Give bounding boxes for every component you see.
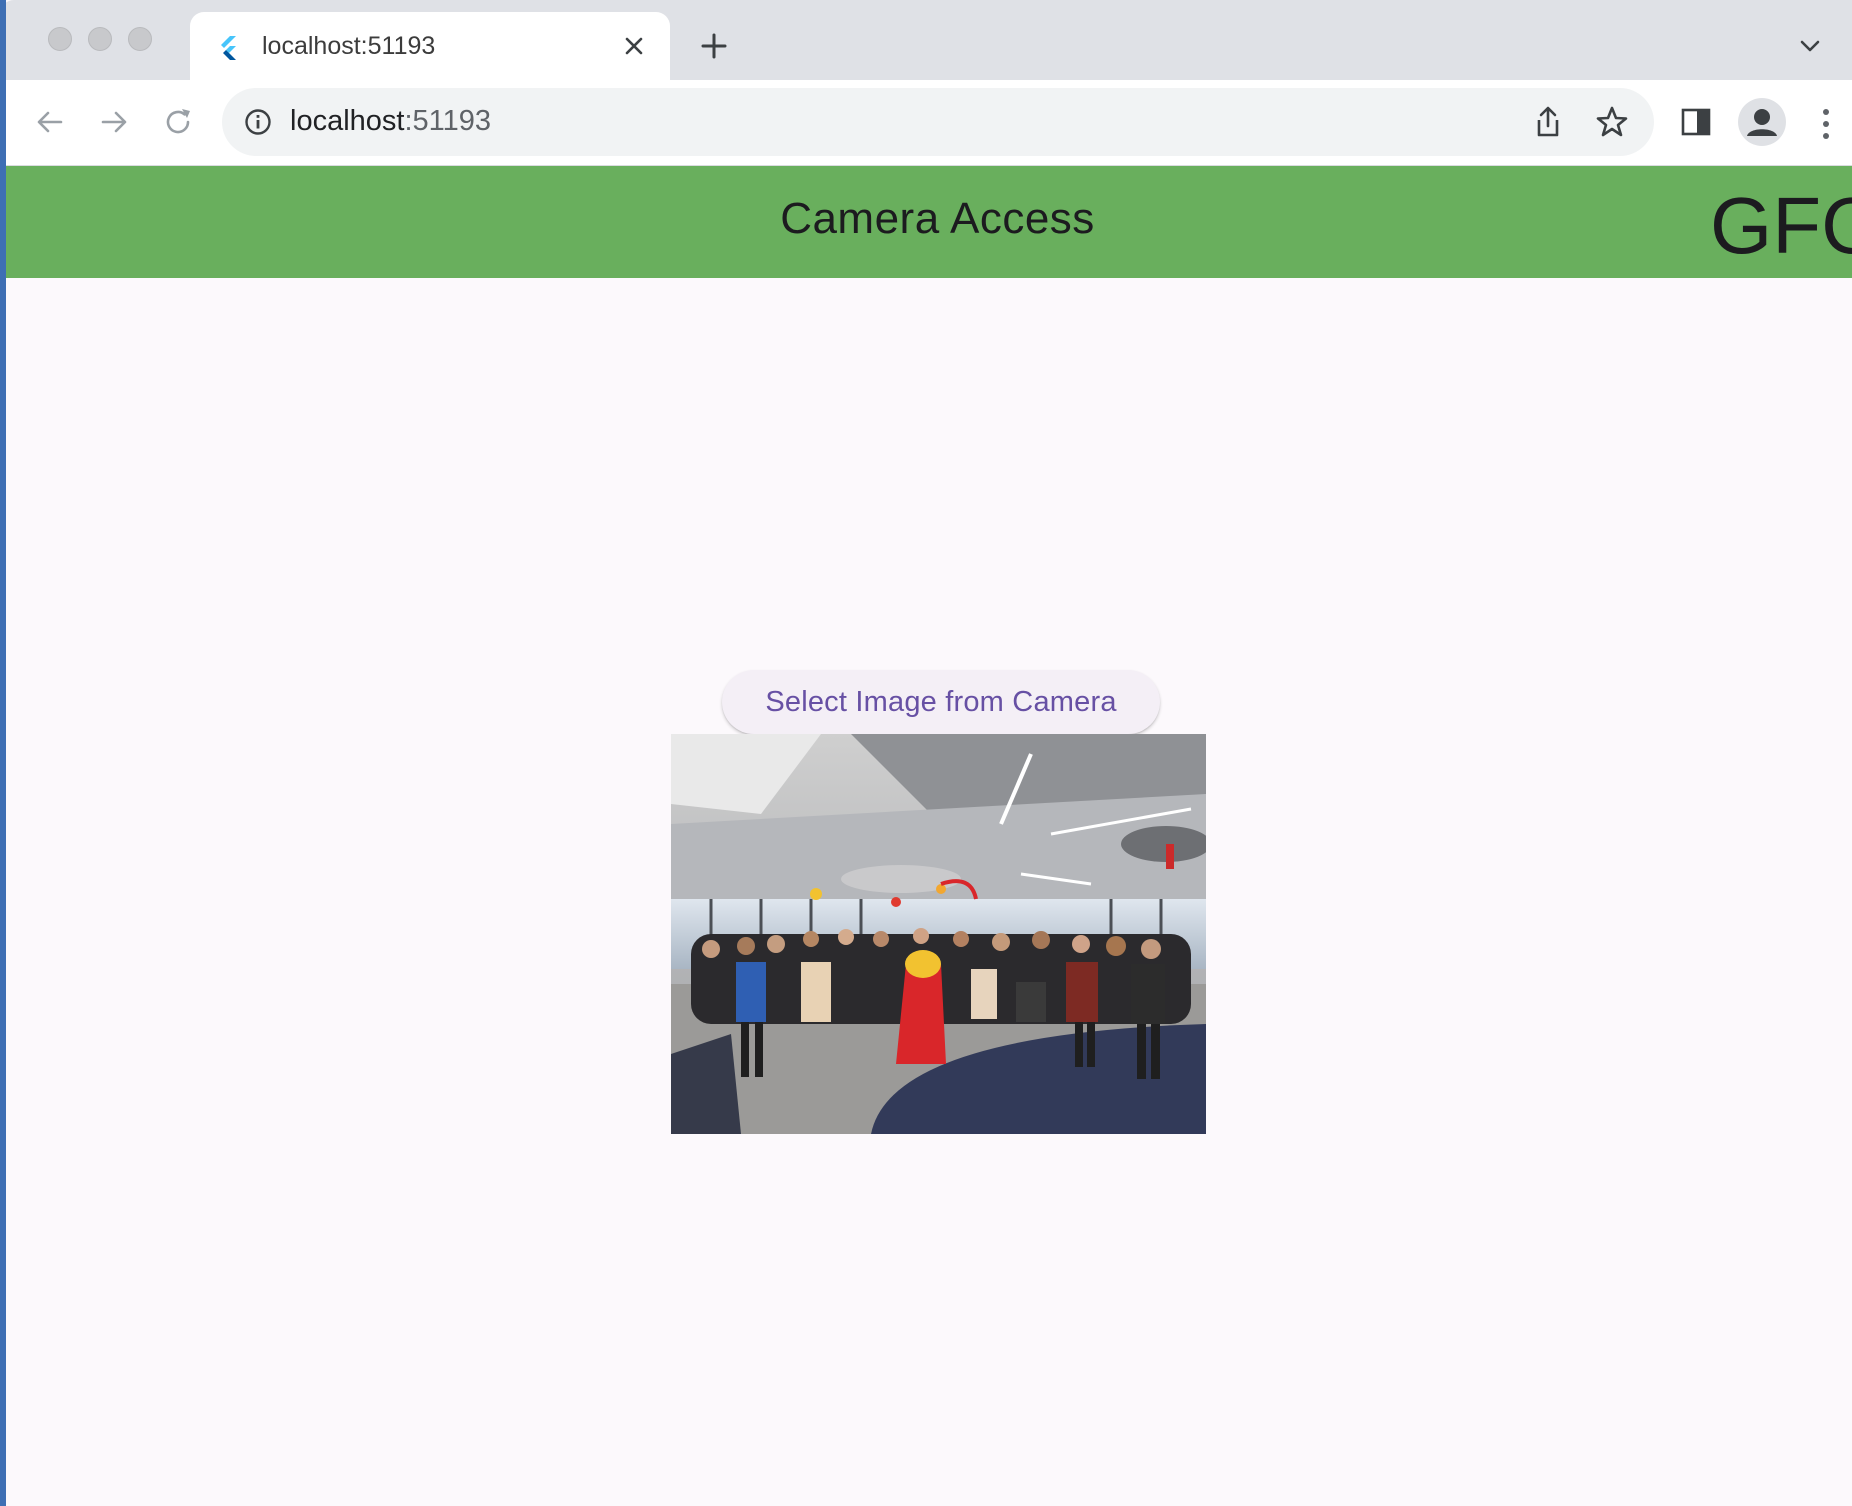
arrow-left-icon[interactable]: [28, 100, 72, 144]
app-body: Select Image from Camera: [6, 278, 1852, 1506]
browser-tab[interactable]: localhost:51193: [190, 12, 670, 80]
select-image-from-camera-button[interactable]: Select Image from Camera: [722, 670, 1160, 734]
close-icon[interactable]: [620, 32, 648, 60]
chevron-down-icon[interactable]: [1792, 30, 1828, 62]
tab-title: localhost:51193: [262, 32, 436, 60]
tab-strip: localhost:51193: [0, 0, 1852, 80]
side-panel-icon[interactable]: [1680, 106, 1716, 142]
window-close-button[interactable]: [48, 27, 72, 51]
share-icon[interactable]: [1530, 104, 1566, 140]
star-icon[interactable]: [1594, 104, 1630, 140]
browser-toolbar: localhost:51193: [0, 80, 1852, 166]
url-host: localhost: [290, 105, 405, 137]
arrow-right-icon[interactable]: [92, 100, 136, 144]
window-zoom-button[interactable]: [128, 27, 152, 51]
info-icon[interactable]: [244, 108, 272, 136]
address-bar[interactable]: localhost:51193: [222, 88, 1654, 156]
selected-image: [671, 734, 1206, 1134]
app-bar: Camera Access GFG: [6, 166, 1852, 278]
plus-icon[interactable]: [696, 28, 732, 64]
kebab-menu-icon[interactable]: [1812, 104, 1840, 144]
url-port: :51193: [404, 105, 492, 137]
profile-avatar-icon[interactable]: [1738, 98, 1786, 146]
url-text: localhost:51193: [290, 105, 491, 138]
reload-icon[interactable]: [156, 100, 200, 144]
window-minimize-button[interactable]: [88, 27, 112, 51]
page-title: Camera Access: [780, 194, 1095, 243]
flutter-icon: [216, 34, 242, 60]
app-bar-logo-text: GFG: [1710, 181, 1852, 270]
browser-window: localhost:51193 localhost:51193 Camera A…: [0, 0, 1852, 1506]
